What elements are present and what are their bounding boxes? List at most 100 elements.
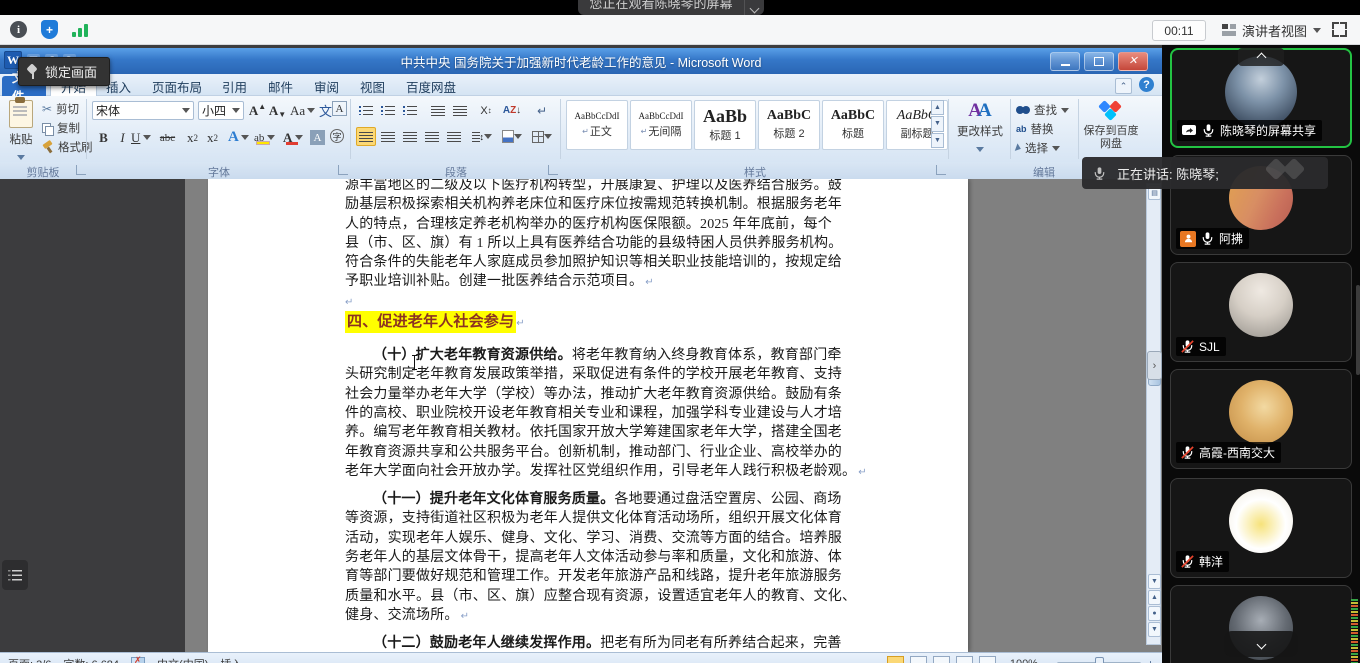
distribute-button[interactable] [444,127,464,146]
zoom-slider-thumb[interactable] [1095,657,1104,663]
vertical-scrollbar[interactable]: ▤ ▼ ▲ ● ▼ [1146,183,1161,645]
align-left-button[interactable] [356,127,376,146]
banner-chevron-button[interactable] [744,0,764,15]
dialog-launcher-clipboard[interactable] [76,165,86,175]
multilevel-list-button[interactable] [400,101,420,120]
tab-references[interactable]: 引用 [212,76,257,96]
asian-layout-button[interactable]: X↕ [476,101,496,120]
zoom-in-button[interactable]: + [1147,658,1154,663]
underline-button[interactable]: U [131,128,151,147]
bold-button[interactable]: B [94,128,113,147]
word-titlebar[interactable]: W ▣ ↶ ↷ 中共中央 国务院关于加强新时代老龄工作的意见 - Microso… [0,48,1162,74]
panel-collapse-handle[interactable]: › [1147,351,1162,380]
tab-view[interactable]: 视图 [350,76,395,96]
dialog-launcher-paragraph[interactable] [548,165,558,175]
meeting-info-icon[interactable]: i [10,21,27,38]
numbering-button[interactable] [378,101,398,120]
tab-baidu-netdisk[interactable]: 百度网盘 [396,76,466,96]
strikethrough-button[interactable]: abc [158,128,177,147]
network-signal-icon[interactable] [72,22,90,37]
styles-gallery-scroll[interactable]: ▲▼▼ [931,100,944,148]
highlight-color-button[interactable]: ab [254,128,275,147]
character-border-button[interactable]: A [332,101,347,116]
tab-page-layout[interactable]: 页面布局 [142,76,212,96]
document-page[interactable]: 源丰富地区的二级及以下医疗机构转型，开展康复、护理以及医养结合服务。鼓 励基层积… [208,179,968,652]
bullets-button[interactable] [356,101,376,120]
line-spacing-button[interactable]: ↕ [472,127,492,146]
font-color-button[interactable]: A [283,128,303,147]
next-page-button[interactable]: ▼ [1148,622,1161,637]
increase-indent-button[interactable] [450,101,470,120]
web-layout-view-button[interactable] [933,656,950,663]
outline-view-button[interactable] [956,656,973,663]
enclose-characters-button[interactable]: 字 [330,129,344,143]
font-name-combo[interactable]: 宋体 [92,101,194,120]
find-button[interactable]: 查找 [1016,101,1069,119]
close-button[interactable]: ✕ [1118,52,1148,71]
collapse-ribbon-button[interactable]: ⌃ [1115,78,1132,94]
dialog-launcher-styles[interactable] [936,165,946,175]
character-shading-button[interactable]: A [310,130,325,145]
scroll-down-button[interactable]: ▼ [1148,574,1161,589]
style-heading1[interactable]: AaBb 标题 1 [694,100,756,150]
more-participants-button[interactable] [1224,631,1298,657]
gallery-expand-icon[interactable]: ▼ [931,133,944,148]
screen-watch-banner[interactable]: 您正在观看陈晓琴的屏幕 [578,0,764,15]
scroll-down-icon[interactable]: ▼ [931,116,944,131]
print-layout-view-button[interactable] [887,656,904,663]
sidebar-scrollbar[interactable] [1356,285,1360,375]
spellcheck-icon[interactable] [131,657,145,663]
fullscreen-reading-view-button[interactable] [910,656,927,663]
grow-font-button[interactable]: A▲ [248,101,267,120]
format-painter-button[interactable]: 格式刷 [42,138,93,156]
style-title[interactable]: AaBbC 标题 [822,100,884,150]
change-case-button[interactable]: Aa [290,101,315,120]
participant-tile[interactable]: 高霞-西南交大 [1170,369,1352,469]
page-indicator[interactable]: 页面: 3/6 [8,656,51,663]
restore-button[interactable] [1084,52,1114,71]
justify-button[interactable] [422,127,442,146]
participant-tile[interactable]: SJL [1170,262,1352,362]
security-shield-icon[interactable]: + [41,20,58,39]
previous-page-button[interactable]: ▲ [1148,590,1161,605]
style-normal[interactable]: AaBbCcDdI 正文 [566,100,628,150]
help-button[interactable]: ? [1139,77,1154,92]
minimize-button[interactable] [1050,52,1080,71]
dialog-launcher-font[interactable] [338,165,348,175]
borders-button[interactable] [532,127,552,146]
align-right-button[interactable] [400,127,420,146]
tab-mailings[interactable]: 邮件 [258,76,303,96]
align-center-button[interactable] [378,127,398,146]
zoom-out-button[interactable]: − [1044,658,1051,663]
browse-object-button[interactable]: ● [1148,606,1161,621]
language-indicator[interactable]: 中文(中国) [157,656,208,663]
copy-button[interactable]: 复制 [42,119,80,137]
member-list-toggle[interactable] [2,560,28,590]
insert-mode[interactable]: 插入 [220,656,242,663]
paste-button[interactable]: 粘贴 [4,100,38,165]
shading-button[interactable] [502,127,522,146]
superscript-button[interactable]: x2 [203,128,222,147]
lock-screen-tooltip[interactable]: 锁定画面 [18,57,110,86]
save-to-baidu-netdisk-button[interactable]: 保存到百度网盘 [1082,100,1140,151]
change-styles-button[interactable]: AA 更改样式 [952,101,1008,157]
collapse-videos-button[interactable] [1238,48,1284,66]
style-heading2[interactable]: AaBbC 标题 2 [758,100,820,150]
select-button[interactable]: 选择 [1016,139,1060,157]
zoom-level[interactable]: 100% [1010,658,1038,663]
show-hide-marks-button[interactable]: ↵ [532,101,552,120]
sort-button[interactable]: AZ↓ [502,101,522,120]
italic-button[interactable]: I [113,128,132,147]
draft-view-button[interactable] [979,656,996,663]
cut-button[interactable]: ✂剪切 [42,100,79,118]
subscript-button[interactable]: x2 [183,128,202,147]
text-effects-button[interactable]: A [228,128,249,147]
scroll-up-icon[interactable]: ▲ [931,100,944,115]
font-size-combo[interactable]: 小四 [198,101,244,120]
view-mode-selector[interactable]: 演讲者视图 [1222,19,1321,41]
word-count[interactable]: 字数: 6,684 [63,656,119,663]
participant-tile[interactable]: 韩洋 [1170,478,1352,578]
replace-button[interactable]: ab替换 [1016,120,1054,138]
tab-review[interactable]: 审阅 [304,76,349,96]
style-no-spacing[interactable]: AaBbCcDdI 无间隔 [630,100,692,150]
